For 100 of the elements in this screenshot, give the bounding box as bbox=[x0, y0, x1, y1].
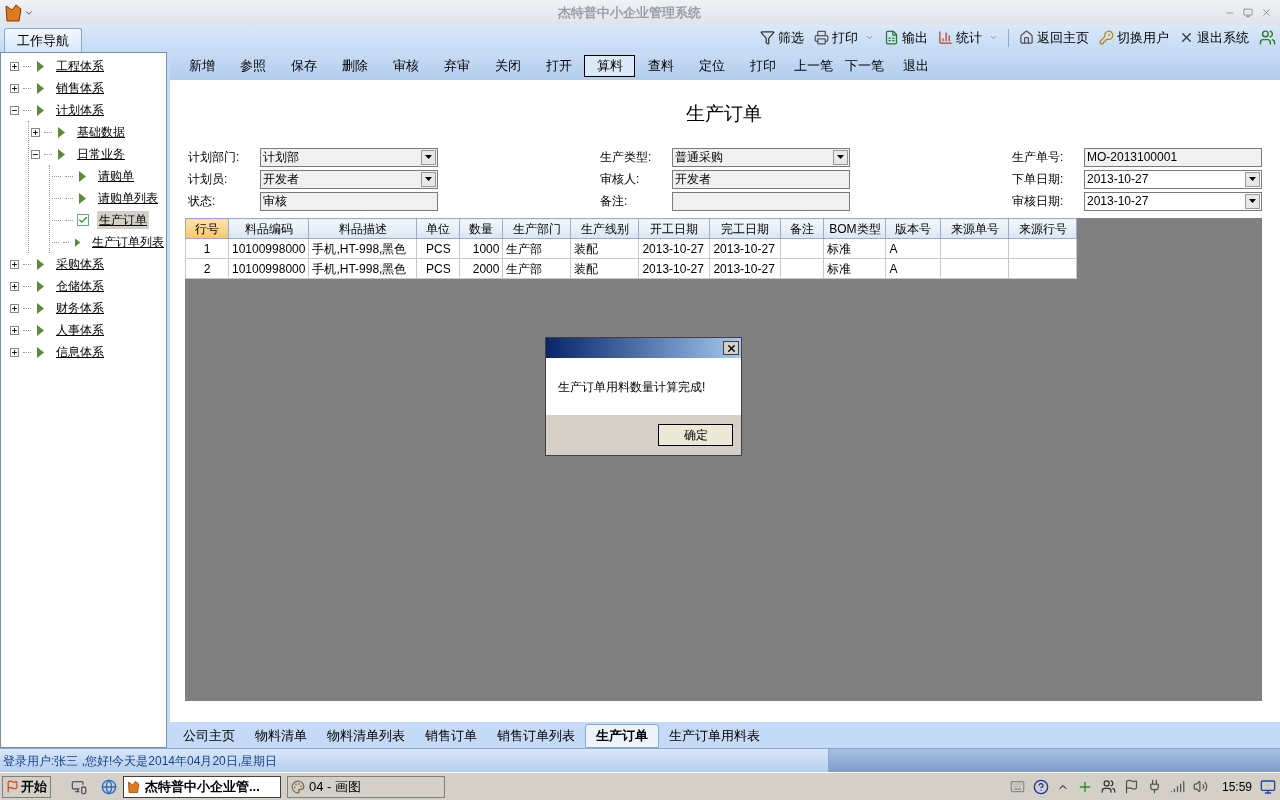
table-cell bbox=[780, 258, 824, 279]
tree-item[interactable]: 采购体系 bbox=[54, 255, 106, 273]
tree-item[interactable]: 日常业务 bbox=[75, 145, 127, 163]
field-label: 备注: bbox=[600, 193, 629, 210]
column-header[interactable]: 来源行号 bbox=[1008, 218, 1077, 239]
signal-icon[interactable] bbox=[1169, 779, 1185, 794]
expand-icon[interactable] bbox=[10, 325, 19, 335]
toolbar-button[interactable]: 保存 bbox=[278, 55, 329, 77]
document-tab[interactable]: 公司主页 bbox=[173, 724, 245, 748]
toolbar-button[interactable]: 审核 bbox=[380, 55, 431, 77]
column-header[interactable]: 料品编码 bbox=[228, 218, 309, 239]
toolbar-button[interactable]: 输出 bbox=[884, 27, 928, 48]
taskbar-window[interactable]: 杰特普中小企业管... bbox=[123, 775, 281, 798]
tree-item[interactable]: 财务体系 bbox=[54, 299, 106, 317]
browser-icon[interactable] bbox=[101, 778, 117, 795]
column-header[interactable]: 数量 bbox=[459, 218, 503, 239]
toolbar-button[interactable]: 退出 bbox=[890, 55, 941, 77]
users-icon[interactable] bbox=[1100, 779, 1116, 794]
expand-icon[interactable] bbox=[10, 303, 19, 313]
tree-item[interactable]: 请购单 bbox=[96, 167, 136, 185]
toolbar-button[interactable]: 新增 bbox=[176, 55, 227, 77]
column-header[interactable]: 行号 bbox=[185, 218, 229, 239]
dropdown-field[interactable]: 2013-10-27 bbox=[1084, 169, 1262, 189]
column-header[interactable]: 生产部门 bbox=[502, 218, 571, 239]
expand-icon[interactable] bbox=[10, 83, 19, 93]
tree-item[interactable]: 基础数据 bbox=[75, 123, 127, 141]
toolbar-button[interactable]: 筛选 bbox=[760, 27, 804, 48]
expand-icon[interactable] bbox=[31, 127, 40, 137]
table-cell: 标准 bbox=[823, 258, 886, 279]
expand-icon[interactable] bbox=[10, 281, 19, 291]
collapse-icon[interactable] bbox=[31, 149, 40, 159]
expand-icon[interactable] bbox=[10, 259, 19, 269]
toolbar-button[interactable]: 删除 bbox=[329, 55, 380, 77]
dropdown-field[interactable]: 普通采购 bbox=[672, 147, 850, 167]
toolbar-button[interactable]: 切换用户 bbox=[1099, 27, 1169, 48]
column-header[interactable]: 单位 bbox=[416, 218, 460, 239]
column-header[interactable]: 备注 bbox=[780, 218, 824, 239]
flag-icon[interactable] bbox=[1123, 779, 1139, 794]
document-tab[interactable]: 物料清单 bbox=[245, 724, 317, 748]
users-icon[interactable] bbox=[1259, 29, 1276, 46]
tree-item[interactable]: 工程体系 bbox=[54, 57, 106, 75]
tree-item[interactable]: 计划体系 bbox=[54, 101, 106, 119]
nav-tab[interactable]: 工作导航 bbox=[4, 28, 82, 52]
table-cell: 1000 bbox=[459, 238, 503, 259]
ok-button[interactable]: 确定 bbox=[658, 424, 733, 446]
input-field[interactable]: 审核 bbox=[260, 191, 438, 211]
input-field[interactable] bbox=[672, 191, 850, 211]
dropdown-field[interactable]: 计划部 bbox=[260, 147, 438, 167]
input-field[interactable]: 开发者 bbox=[672, 169, 850, 189]
collapse-icon[interactable] bbox=[10, 105, 19, 115]
column-header[interactable]: 来源单号 bbox=[940, 218, 1009, 239]
column-header[interactable]: 开工日期 bbox=[638, 218, 710, 239]
expand-icon[interactable] bbox=[10, 347, 19, 357]
document-tab[interactable]: 生产订单用料表 bbox=[659, 724, 770, 748]
tree-item[interactable]: 信息体系 bbox=[54, 343, 106, 361]
document-tab[interactable]: 销售订单列表 bbox=[487, 724, 585, 748]
table-cell bbox=[940, 258, 1009, 279]
app-logo-icon[interactable] bbox=[4, 3, 24, 22]
help-icon[interactable] bbox=[1032, 778, 1049, 795]
toolbar-button[interactable]: 参照 bbox=[227, 55, 278, 77]
document-tab[interactable]: 销售订单 bbox=[415, 724, 487, 748]
column-header[interactable]: BOM类型 bbox=[823, 218, 886, 239]
table-cell: 2013-10-27 bbox=[709, 258, 781, 279]
input-field[interactable]: MO-2013100001 bbox=[1084, 147, 1262, 167]
column-header[interactable]: 版本号 bbox=[885, 218, 941, 239]
tree-item[interactable]: 销售体系 bbox=[54, 79, 106, 97]
document-tab[interactable]: 物料清单列表 bbox=[317, 724, 415, 748]
toolbar-button[interactable]: 打开 bbox=[533, 55, 584, 77]
column-header[interactable]: 料品描述 bbox=[308, 218, 417, 239]
taskbar-window[interactable]: 04 - 画图 bbox=[287, 775, 445, 798]
column-header[interactable]: 完工日期 bbox=[709, 218, 781, 239]
close-icon[interactable] bbox=[1261, 7, 1272, 18]
toolbar-button[interactable]: 打印 bbox=[737, 55, 788, 77]
toolbar-button[interactable]: 打印 bbox=[814, 27, 874, 48]
toolbar-button[interactable]: 统计 bbox=[938, 27, 998, 48]
tree-item[interactable]: 生产订单列表 bbox=[90, 233, 166, 251]
column-header[interactable]: 生产线别 bbox=[570, 218, 639, 239]
toolbar-button[interactable]: 退出系统 bbox=[1179, 27, 1249, 48]
tree-item[interactable]: 仓储体系 bbox=[54, 277, 106, 295]
dropdown-field[interactable]: 开发者 bbox=[260, 169, 438, 189]
desktop-icon[interactable] bbox=[71, 778, 87, 795]
toolbar-button[interactable]: 查料 bbox=[635, 55, 686, 77]
toolbar-button[interactable]: 算料 bbox=[584, 55, 635, 77]
expand-icon[interactable] bbox=[10, 61, 19, 71]
tree-item[interactable]: 生产订单 bbox=[97, 211, 149, 229]
toolbar-button[interactable]: 弃审 bbox=[431, 55, 482, 77]
toolbar-button[interactable]: 上一笔 bbox=[788, 55, 839, 77]
toolbar-button[interactable]: 定位 bbox=[686, 55, 737, 77]
toolbar-button[interactable]: 返回主页 bbox=[1019, 27, 1089, 48]
document-tab[interactable]: 生产订单 bbox=[585, 724, 659, 748]
dropdown-field[interactable]: 2013-10-27 bbox=[1084, 191, 1262, 211]
tree-item[interactable]: 人事体系 bbox=[54, 321, 106, 339]
desktop-icon[interactable] bbox=[1260, 778, 1276, 795]
toolbar-button[interactable]: 关闭 bbox=[482, 55, 533, 77]
start-button[interactable]: 开始 bbox=[2, 775, 51, 798]
close-button[interactable] bbox=[723, 341, 739, 355]
tree-item[interactable]: 请购单列表 bbox=[96, 189, 160, 207]
speaker-icon[interactable] bbox=[1192, 779, 1208, 794]
table-cell bbox=[940, 238, 1009, 259]
toolbar-button[interactable]: 下一笔 bbox=[839, 55, 890, 77]
